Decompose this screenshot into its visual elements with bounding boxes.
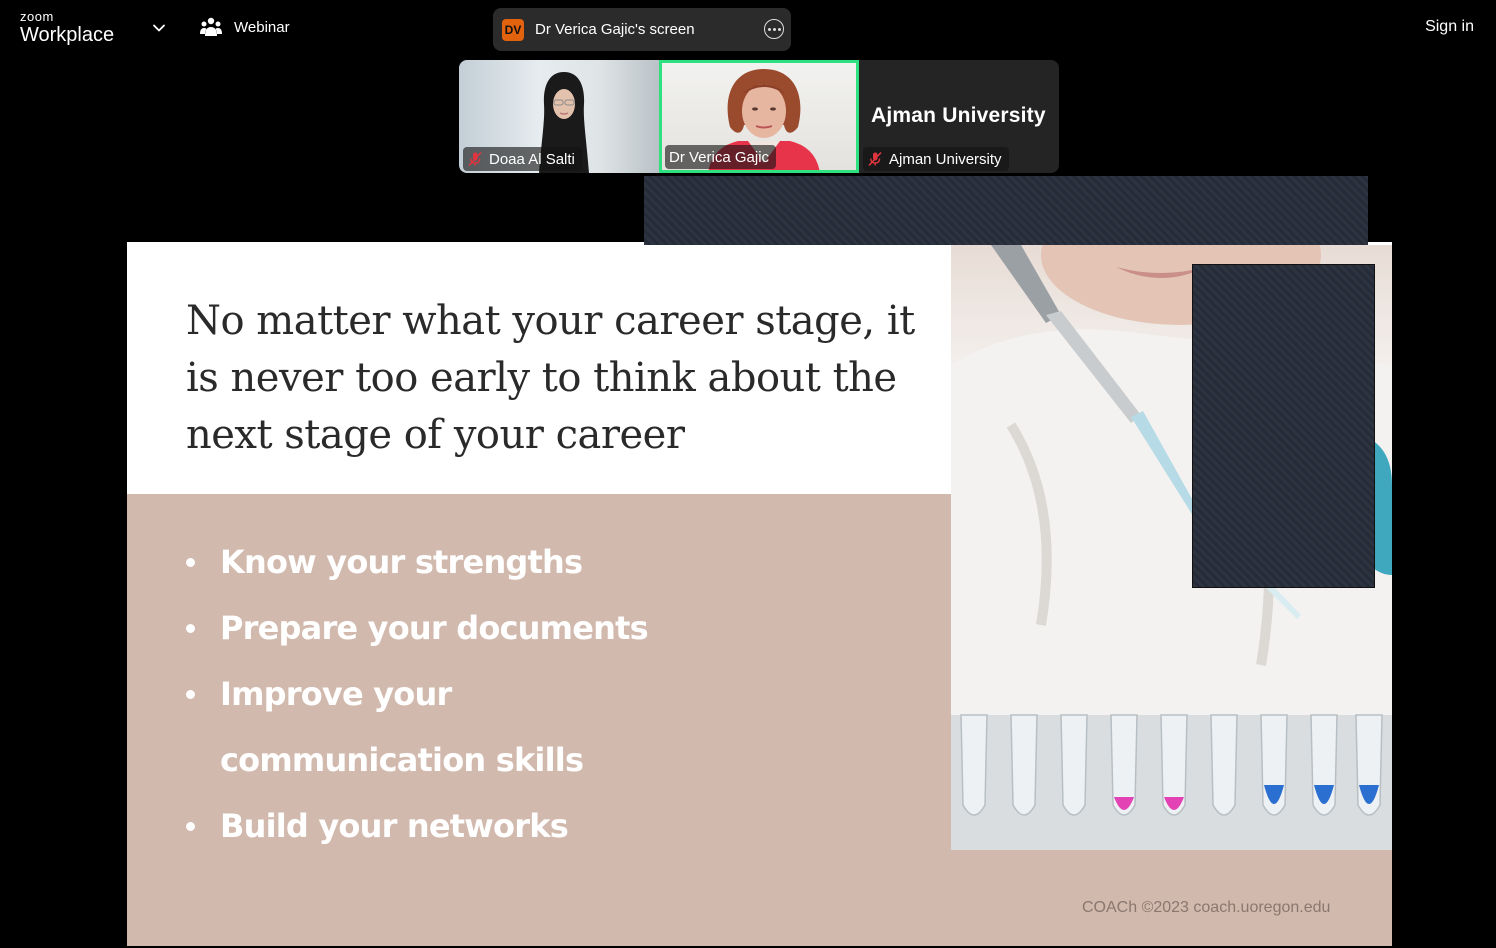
shared-screen-slide: No matter what your career stage, it is … (127, 176, 1392, 946)
participant-display-name: Ajman University (871, 104, 1046, 127)
zoom-workplace-logo[interactable]: zoom Workplace (20, 10, 114, 45)
list-item: Prepare your documents (186, 595, 720, 661)
sign-in-link[interactable]: Sign in (1425, 18, 1474, 36)
slide-footer-credit: COACh ©2023 coach.uoregon.edu (1082, 899, 1331, 916)
more-options-icon[interactable] (764, 19, 784, 39)
webinar-indicator: Webinar (200, 17, 290, 37)
participant-name: Dr Verica Gajic (669, 148, 770, 166)
top-bar: zoom Workplace Webinar DV Dr Verica Gaji… (0, 0, 1496, 56)
webinar-label: Webinar (234, 18, 290, 36)
list-item: Build your networks (186, 793, 720, 859)
slide-bullet-list: Know your strengths Prepare your documen… (186, 529, 720, 859)
chevron-down-icon[interactable] (151, 20, 167, 36)
webinar-people-icon (200, 17, 222, 36)
participant-name: Ajman University (889, 150, 1002, 168)
logo-small-text: zoom (20, 9, 54, 24)
screen-share-label: Dr Verica Gajic's screen (535, 21, 695, 38)
screen-share-indicator[interactable]: DV Dr Verica Gajic's screen (493, 8, 791, 51)
microphone-muted-icon (468, 151, 482, 167)
participant-tile-active-speaker[interactable]: Dr Verica Gajic (659, 60, 859, 173)
participant-name-tag: Doaa Al Salti (463, 147, 582, 171)
sharer-avatar: DV (502, 18, 524, 41)
list-item: Know your strengths (186, 529, 720, 595)
list-item: Improve your communication skills (186, 661, 720, 793)
redacted-region (644, 176, 1368, 245)
participant-name-tag: Ajman University (863, 147, 1009, 171)
participant-video-strip: Doaa Al Salti Dr Verica Gajic Ajman Univ… (459, 60, 1059, 173)
redacted-region (1192, 264, 1375, 588)
slide-title: No matter what your career stage, it is … (186, 298, 915, 458)
participant-tile[interactable]: Doaa Al Salti (459, 60, 659, 173)
participant-name-tag: Dr Verica Gajic (665, 145, 777, 169)
participant-tile[interactable]: Ajman University Ajman University (859, 60, 1059, 173)
logo-large-text: Workplace (20, 24, 115, 46)
participant-name: Doaa Al Salti (489, 150, 575, 168)
microphone-muted-icon (868, 151, 882, 167)
